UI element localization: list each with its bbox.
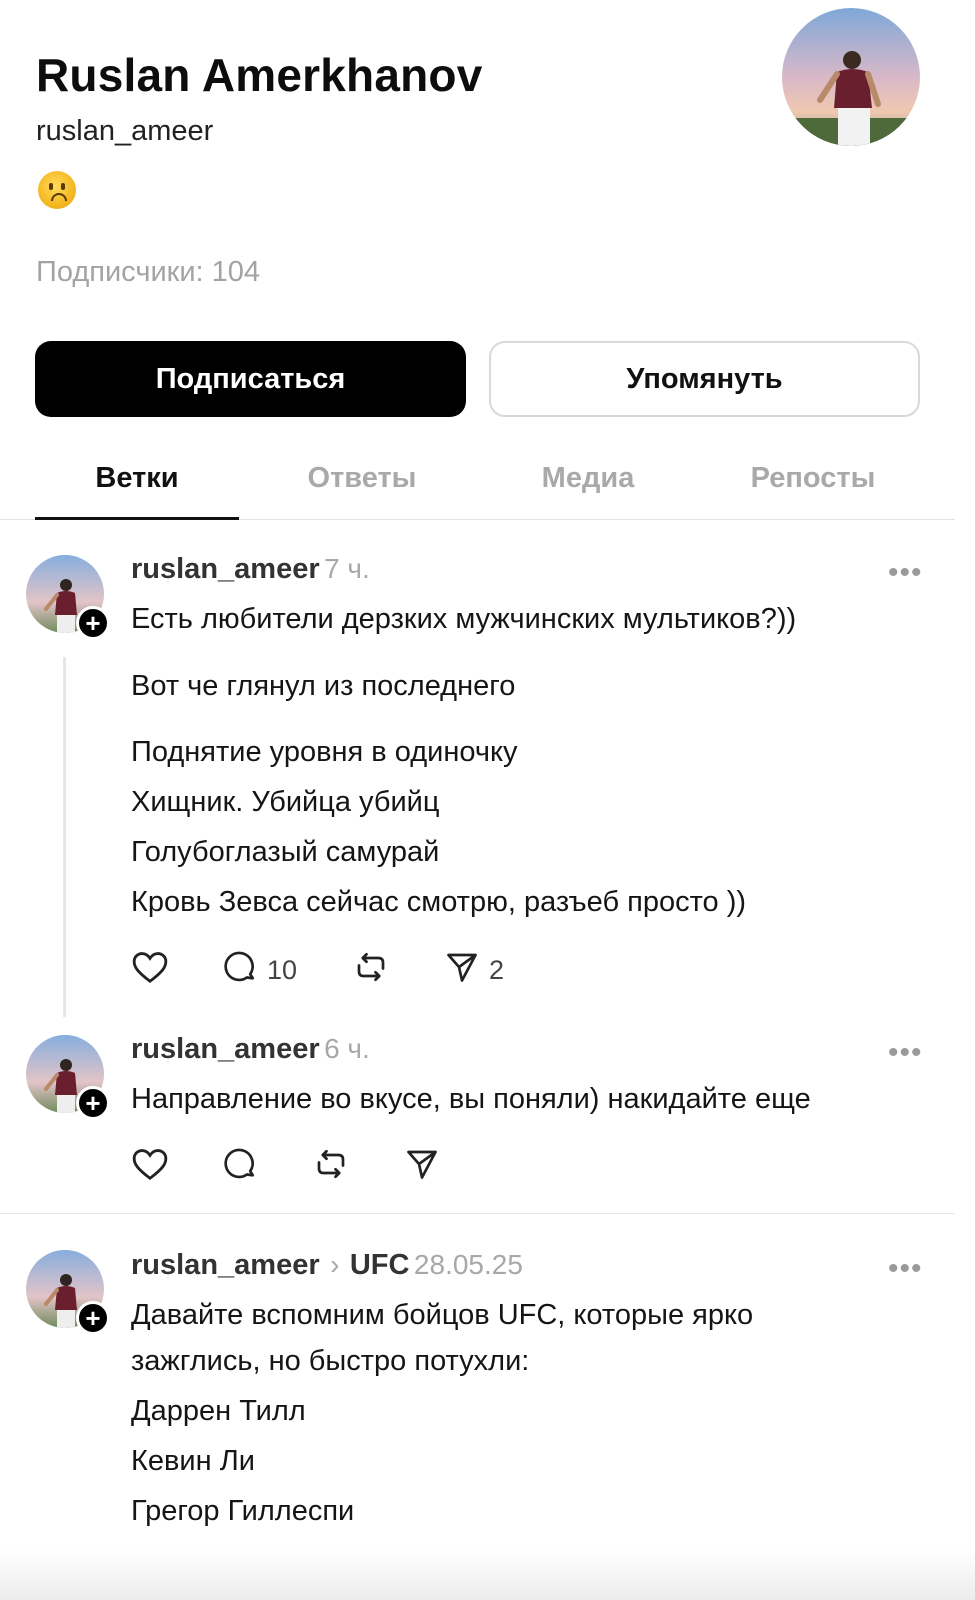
more-icon[interactable]: ••• bbox=[888, 1036, 923, 1070]
profile-handle: ruslan_ameer bbox=[36, 115, 214, 147]
post-text: Кровь Зевса сейчас смотрю, разъеб просто… bbox=[131, 886, 747, 918]
repost-icon bbox=[352, 949, 390, 992]
like-button[interactable] bbox=[131, 949, 169, 992]
post-header: ruslan_ameer 7 ч. bbox=[131, 553, 370, 586]
tab-media[interactable]: Медиа bbox=[475, 462, 701, 495]
post-username[interactable]: ruslan_ameer bbox=[131, 1249, 320, 1281]
upside-down-face-icon bbox=[38, 171, 76, 209]
chevron-right-icon: › bbox=[330, 1249, 340, 1280]
bottom-fade bbox=[0, 1548, 975, 1600]
post-header: ruslan_ameer 6 ч. bbox=[131, 1033, 370, 1066]
post-text: Кевин Ли bbox=[131, 1445, 255, 1477]
post-username[interactable]: ruslan_ameer bbox=[131, 553, 320, 585]
post-text: Голубоглазый самурай bbox=[131, 836, 440, 868]
follow-plus-icon[interactable]: + bbox=[76, 1301, 110, 1335]
post-text: Вот че глянул из последнего bbox=[131, 670, 516, 702]
post-divider bbox=[0, 1213, 955, 1214]
post-text: Направление во вкусе, вы поняли) накидай… bbox=[131, 1083, 811, 1115]
thread-line bbox=[63, 657, 66, 1017]
mention-button[interactable]: Упомянуть bbox=[489, 341, 920, 417]
post-text: зажглись, но быстро потухли: bbox=[131, 1345, 530, 1377]
share-count: 2 bbox=[489, 955, 505, 985]
heart-icon bbox=[131, 949, 169, 992]
more-icon[interactable]: ••• bbox=[888, 1252, 923, 1286]
post-time: 6 ч. bbox=[324, 1033, 370, 1064]
send-icon bbox=[443, 949, 481, 992]
post-header: ruslan_ameer › UFC 28.05.25 bbox=[131, 1249, 523, 1282]
comment-icon bbox=[221, 949, 259, 992]
post-text: Хищник. Убийца убийц bbox=[131, 786, 440, 818]
share-button[interactable] bbox=[403, 1146, 441, 1189]
post-text: Поднятие уровня в одиночку bbox=[131, 736, 518, 768]
follow-plus-icon[interactable]: + bbox=[76, 606, 110, 640]
post-text: Есть любители дерзких мужчинских мультик… bbox=[131, 603, 797, 635]
follow-plus-icon[interactable]: + bbox=[76, 1086, 110, 1120]
followers-count[interactable]: Подписчики: 104 bbox=[36, 256, 260, 289]
comment-count: 10 bbox=[267, 955, 298, 985]
tab-threads[interactable]: Ветки bbox=[24, 462, 250, 495]
share-button[interactable]: 2 bbox=[443, 949, 504, 992]
post-text: Грегор Гиллеспи bbox=[131, 1495, 355, 1527]
comment-button[interactable] bbox=[221, 1146, 259, 1189]
post-time: 28.05.25 bbox=[413, 1249, 523, 1280]
post-text: Давайте вспомним бойцов UFC, которые ярк… bbox=[131, 1299, 754, 1331]
profile-name: Ruslan Amerkhanov bbox=[36, 49, 483, 101]
repost-button[interactable] bbox=[312, 1146, 350, 1189]
comment-button[interactable]: 10 bbox=[221, 949, 297, 992]
post-time: 7 ч. bbox=[324, 553, 370, 584]
community-name[interactable]: UFC bbox=[350, 1249, 410, 1281]
more-icon[interactable]: ••• bbox=[888, 556, 923, 590]
send-icon bbox=[403, 1146, 441, 1189]
active-tab-indicator bbox=[35, 517, 239, 520]
comment-icon bbox=[221, 1146, 259, 1189]
post-username[interactable]: ruslan_ameer bbox=[131, 1033, 320, 1065]
follow-button[interactable]: Подписаться bbox=[35, 341, 466, 417]
profile-avatar[interactable] bbox=[782, 8, 920, 146]
like-button[interactable] bbox=[131, 1146, 169, 1189]
heart-icon bbox=[131, 1146, 169, 1189]
tab-reposts[interactable]: Репосты bbox=[700, 462, 926, 495]
tab-replies[interactable]: Ответы bbox=[249, 462, 475, 495]
repost-button[interactable] bbox=[352, 949, 390, 992]
repost-icon bbox=[312, 1146, 350, 1189]
post-text: Даррен Тилл bbox=[131, 1395, 306, 1427]
